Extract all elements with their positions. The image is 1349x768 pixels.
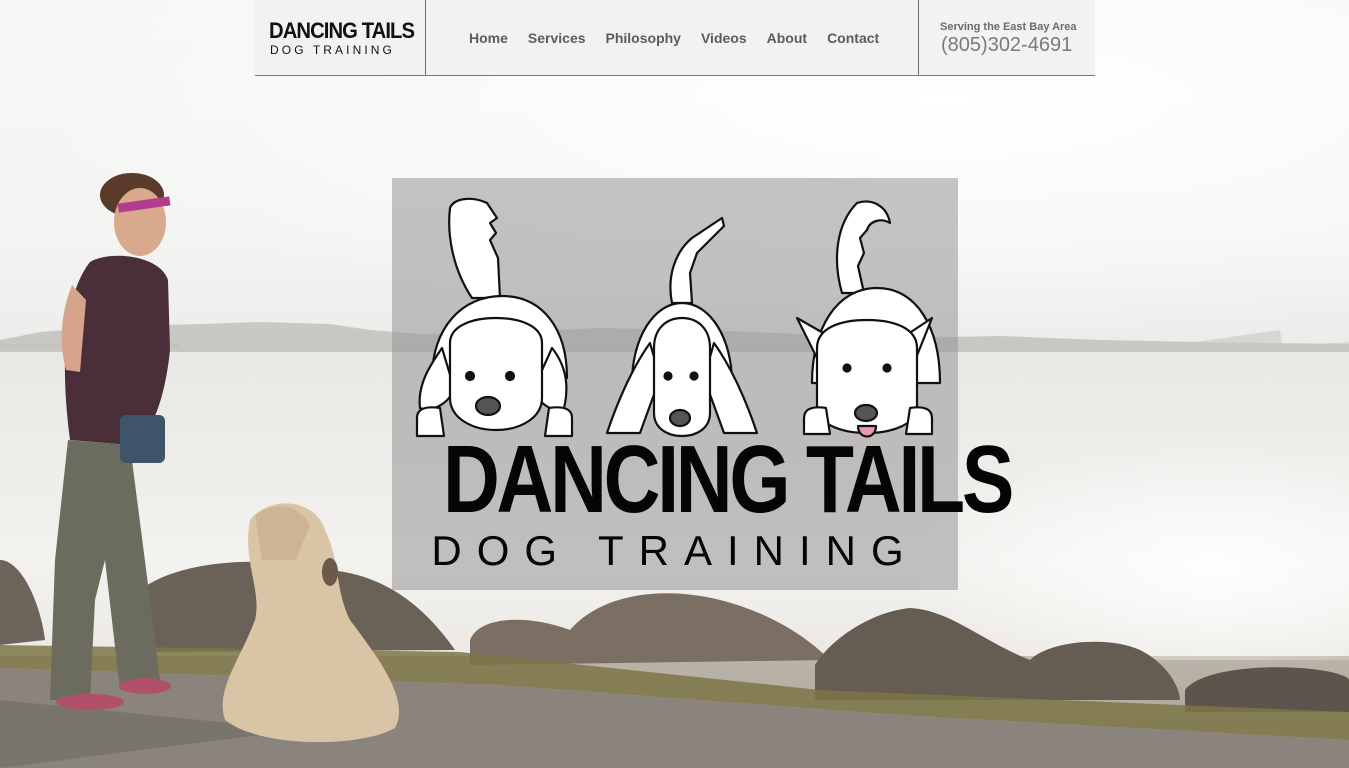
- site-header: DANCING TAILS DOG TRAINING Home Services…: [255, 0, 1095, 76]
- contact-info: Serving the East Bay Area (805)302-4691: [918, 0, 1095, 75]
- rock: [470, 593, 830, 665]
- nav-home[interactable]: Home: [469, 30, 508, 46]
- rock: [815, 608, 1180, 700]
- rock: [1185, 667, 1349, 712]
- service-area: Serving the East Bay Area: [940, 21, 1077, 33]
- nav-videos[interactable]: Videos: [701, 30, 747, 46]
- nav-about[interactable]: About: [767, 30, 807, 46]
- header-logo[interactable]: DANCING TAILS DOG TRAINING: [255, 0, 426, 75]
- phone-number[interactable]: (805)302-4691: [941, 34, 1072, 57]
- nav-services[interactable]: Services: [528, 30, 586, 46]
- shepherd-dog-illustration: [795, 200, 942, 438]
- logo-title: DANCING TAILS: [269, 18, 415, 43]
- nav-contact[interactable]: Contact: [827, 30, 879, 46]
- nav-philosophy[interactable]: Philosophy: [606, 30, 681, 46]
- main-nav: Home Services Philosophy Videos About Co…: [469, 30, 899, 46]
- golden-retriever-illustration: [415, 197, 574, 438]
- basset-hound-illustration: [605, 216, 759, 438]
- hero-subtitle: DOG TRAINING: [431, 527, 919, 574]
- hero-title: DANCING TAILS: [442, 426, 1014, 533]
- trainer-woman: [50, 173, 171, 710]
- dogs-illustration: [415, 197, 942, 438]
- hero-background: DANCING TAILS DOG TRAINING Home Services…: [0, 0, 1349, 768]
- rock: [0, 560, 45, 645]
- logo-subtitle: DOG TRAINING: [270, 43, 395, 57]
